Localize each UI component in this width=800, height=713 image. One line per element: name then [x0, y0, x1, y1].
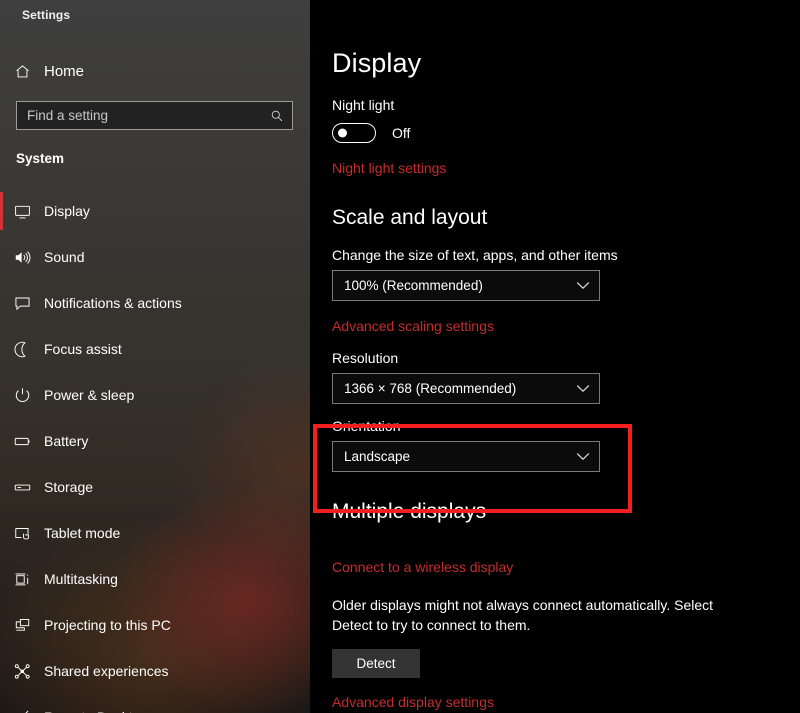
multiple-displays-title: Multiple displays: [332, 500, 487, 524]
sidebar-item-label: Sound: [44, 249, 85, 265]
resolution-label: Resolution: [332, 350, 399, 367]
sidebar-item-label: Projecting to this PC: [44, 617, 171, 633]
scale-dropdown-value: 100% (Recommended): [344, 278, 483, 294]
selection-indicator: [0, 468, 3, 506]
sidebar-item-sound[interactable]: Sound: [0, 234, 310, 280]
sidebar-item-label: Battery: [44, 433, 89, 449]
chevron-down-icon: [576, 452, 590, 461]
scale-size-label: Change the size of text, apps, and other…: [332, 247, 618, 264]
search-box[interactable]: [16, 101, 293, 130]
battery-icon: [0, 432, 44, 451]
orientation-label: Orientation: [332, 418, 401, 435]
sidebar-item-label: Storage: [44, 479, 94, 495]
selection-indicator: [0, 422, 3, 460]
selection-indicator: [0, 606, 3, 644]
sidebar-item-home[interactable]: Home: [0, 56, 310, 86]
chevron-down-icon: [576, 281, 590, 290]
sidebar-item-display[interactable]: Display: [0, 188, 310, 234]
sidebar-item-label: Shared experiences: [44, 663, 169, 679]
sidebar-item-shared-experiences[interactable]: Shared experiences: [0, 648, 310, 694]
sidebar-item-notifications[interactable]: Notifications & actions: [0, 280, 310, 326]
selection-indicator: [0, 330, 3, 368]
night-light-toggle-row: Off: [332, 123, 800, 143]
night-light-toggle-state: Off: [392, 125, 411, 141]
multiple-displays-description: Older displays might not always connect …: [332, 596, 714, 633]
selection-indicator: [0, 652, 3, 690]
sidebar-item-label: Power & sleep: [44, 387, 135, 403]
share-icon: [0, 662, 44, 681]
sidebar-nav: Display Sound Notifications & actions Fo…: [0, 188, 310, 713]
sidebar-item-label: Notifications & actions: [44, 295, 182, 311]
selection-indicator: [0, 514, 3, 552]
sidebar-item-label: Multitasking: [44, 571, 118, 587]
tablet-icon: [0, 524, 44, 543]
multitasking-icon: [0, 570, 44, 589]
resolution-dropdown-value: 1366 × 768 (Recommended): [344, 381, 517, 397]
notification-icon: [0, 294, 44, 313]
settings-window: Settings Home Find a setting System Disp…: [0, 0, 800, 713]
sidebar-home-label: Home: [44, 62, 85, 80]
scale-and-layout-title: Scale and layout: [332, 206, 488, 229]
connect-wireless-display-link[interactable]: Connect to a wireless display: [332, 559, 513, 575]
monitor-icon: [0, 202, 44, 221]
main-content: Display Night light Off Night light sett…: [310, 0, 800, 713]
project-icon: [0, 616, 44, 635]
sidebar-item-focus-assist[interactable]: Focus assist: [0, 326, 310, 372]
search-input[interactable]: [17, 102, 262, 129]
sidebar-category-header: System: [16, 151, 65, 166]
sidebar-item-label: Focus assist: [44, 341, 122, 357]
selection-indicator: [0, 284, 3, 322]
home-icon: [0, 63, 44, 80]
moon-icon: [0, 340, 44, 359]
advanced-display-settings-link[interactable]: Advanced display settings: [332, 694, 494, 710]
sidebar-item-remote-desktop[interactable]: Remote Desktop: [0, 694, 310, 713]
orientation-dropdown-value: Landscape: [344, 449, 411, 465]
selection-indicator: [0, 560, 3, 598]
night-light-toggle[interactable]: [332, 123, 376, 143]
remote-desktop-icon: [0, 708, 44, 713]
sidebar-item-projecting[interactable]: Projecting to this PC: [0, 602, 310, 648]
sidebar: Settings Home Find a setting System Disp…: [0, 0, 310, 713]
selection-indicator: [0, 376, 3, 414]
selection-indicator: [0, 238, 3, 276]
toggle-knob: [338, 128, 347, 138]
orientation-dropdown[interactable]: Landscape: [332, 441, 600, 473]
page-title: Display: [332, 48, 422, 78]
speaker-icon: [0, 248, 44, 267]
sidebar-item-multitasking[interactable]: Multitasking: [0, 556, 310, 602]
selection-indicator: [0, 192, 3, 230]
sidebar-item-label: Display: [44, 203, 90, 219]
night-light-label: Night light: [332, 97, 395, 113]
detect-button[interactable]: Detect: [332, 648, 420, 678]
night-light-settings-link[interactable]: Night light settings: [332, 160, 446, 176]
sidebar-item-label: Tablet mode: [44, 525, 121, 541]
chevron-down-icon: [576, 384, 590, 393]
sidebar-item-storage[interactable]: Storage: [0, 464, 310, 510]
advanced-scaling-settings-link[interactable]: Advanced scaling settings: [332, 318, 494, 334]
scale-dropdown[interactable]: 100% (Recommended): [332, 270, 600, 302]
selection-indicator: [0, 698, 3, 713]
storage-icon: [0, 478, 44, 497]
sidebar-item-tablet-mode[interactable]: Tablet mode: [0, 510, 310, 556]
sidebar-item-label: Remote Desktop: [44, 709, 148, 713]
app-title: Settings: [22, 8, 71, 22]
search-icon[interactable]: [262, 102, 292, 129]
sidebar-item-battery[interactable]: Battery: [0, 418, 310, 464]
resolution-dropdown[interactable]: 1366 × 768 (Recommended): [332, 373, 600, 405]
power-icon: [0, 386, 44, 405]
sidebar-item-power-sleep[interactable]: Power & sleep: [0, 372, 310, 418]
